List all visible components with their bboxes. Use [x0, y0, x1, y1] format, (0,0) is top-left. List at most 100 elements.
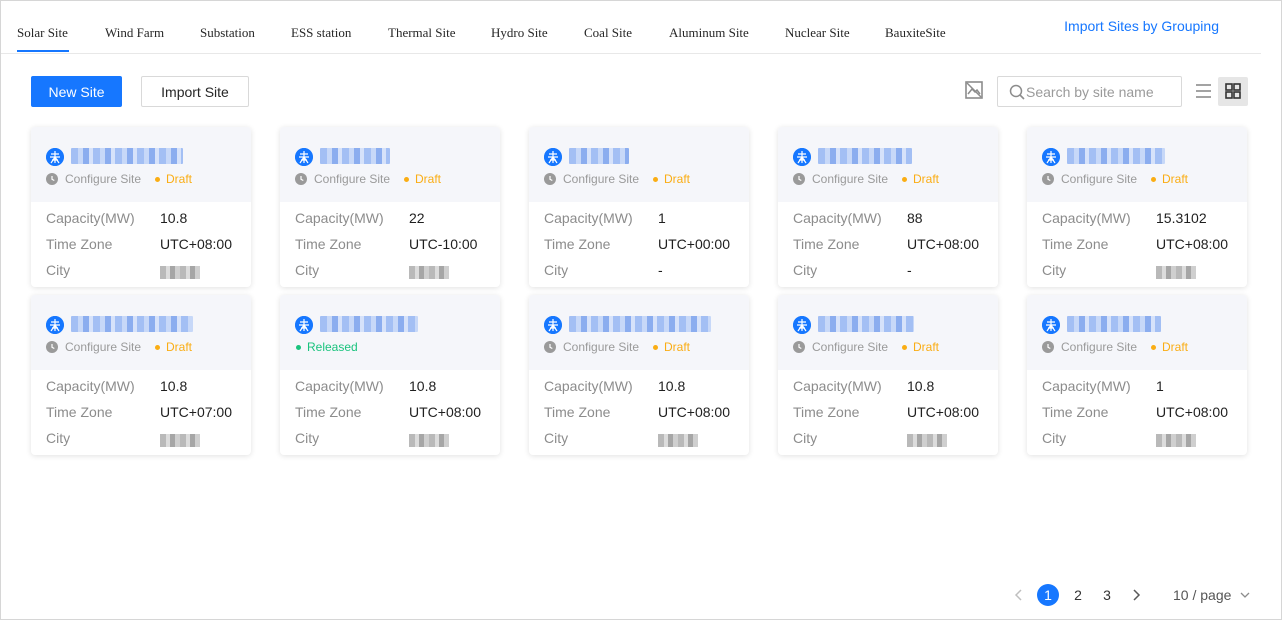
city-row: City — [1042, 430, 1242, 448]
time-zone-row: Time Zone UTC+08:00 — [544, 404, 744, 422]
status-dot — [1151, 345, 1156, 350]
city-label: City — [295, 430, 320, 446]
site-name-redacted[interactable] — [818, 148, 912, 164]
site-card[interactable]: Configure Site Draft Capacity(MW) 10.8 T… — [31, 295, 251, 455]
time-zone-value: UTC-10:00 — [409, 236, 478, 252]
site-name-redacted[interactable] — [71, 148, 183, 164]
site-name-redacted[interactable] — [569, 316, 711, 332]
city-value-redacted — [658, 434, 698, 447]
capacity-value: 10.8 — [658, 378, 686, 394]
configure-site-link[interactable]: Configure Site — [563, 340, 639, 354]
site-name-redacted[interactable] — [1067, 316, 1161, 332]
capacity-value: 1 — [658, 210, 666, 226]
city-label: City — [46, 430, 71, 446]
site-card[interactable]: Configure Site Draft Capacity(MW) 1 Time… — [529, 127, 749, 287]
clock-icon — [793, 173, 805, 185]
configure-site-link[interactable]: Configure Site — [65, 172, 141, 186]
site-card-header: Configure Site Draft — [778, 295, 998, 370]
tab-coal-site[interactable]: Coal Site — [584, 25, 632, 41]
site-card[interactable]: Configure Site Draft Capacity(MW) 1 Time… — [1027, 295, 1247, 455]
list-view-icon[interactable] — [1190, 77, 1218, 105]
tab-hydro-site[interactable]: Hydro Site — [491, 25, 548, 41]
site-card-header: Configure Site Draft — [31, 127, 251, 202]
tab-wind-farm[interactable]: Wind Farm — [105, 25, 164, 41]
site-name-redacted[interactable] — [320, 148, 390, 164]
capacity-row: Capacity(MW) 1 — [544, 210, 744, 228]
import-sites-by-grouping-link[interactable]: Import Sites by Grouping — [1064, 18, 1219, 34]
grid-view-icon — [1225, 83, 1241, 99]
time-zone-row: Time Zone UTC+08:00 — [295, 404, 495, 422]
site-card[interactable]: Configure Site Draft Capacity(MW) 22 Tim… — [280, 127, 500, 287]
next-page-icon[interactable] — [1129, 587, 1143, 603]
configure-site-link[interactable]: Configure Site — [812, 340, 888, 354]
tab-bauxite-site[interactable]: BauxiteSite — [885, 25, 946, 41]
time-zone-row: Time Zone UTC-10:00 — [295, 236, 495, 254]
tab-ess-station[interactable]: ESS station — [291, 25, 351, 41]
city-label: City — [793, 262, 818, 278]
capacity-row: Capacity(MW) 10.8 — [46, 378, 246, 396]
configure-site-link[interactable]: Configure Site — [563, 172, 639, 186]
configure-site-link[interactable]: Configure Site — [1061, 340, 1137, 354]
city-label: City — [46, 262, 71, 278]
configure-site-link[interactable]: Configure Site — [812, 172, 888, 186]
page-1[interactable]: 1 — [1037, 584, 1059, 606]
site-name-redacted[interactable] — [71, 316, 193, 332]
capacity-label: Capacity(MW) — [1042, 210, 1131, 226]
grid-view-toggle[interactable] — [1218, 77, 1248, 106]
site-card-header: Configure Site Draft — [280, 127, 500, 202]
time-zone-label: Time Zone — [46, 404, 113, 420]
city-row: City - — [544, 262, 744, 280]
capacity-label: Capacity(MW) — [793, 210, 882, 226]
image-placeholder-icon[interactable] — [964, 80, 984, 100]
time-zone-value: UTC+00:00 — [658, 236, 730, 252]
site-card[interactable]: Configure Site Draft Capacity(MW) 10.8 T… — [529, 295, 749, 455]
page-2[interactable]: 2 — [1067, 584, 1089, 606]
site-card[interactable]: Configure Site Draft Capacity(MW) 88 Tim… — [778, 127, 998, 287]
site-card[interactable]: Configure Site Draft Capacity(MW) 15.310… — [1027, 127, 1247, 287]
configure-site-link[interactable]: Configure Site — [1061, 172, 1137, 186]
status-badge: Draft — [1162, 172, 1189, 186]
capacity-label: Capacity(MW) — [1042, 378, 1131, 394]
site-manager-window: Solar Site Wind Farm Substation ESS stat… — [0, 0, 1282, 620]
tab-nuclear-site[interactable]: Nuclear Site — [785, 25, 850, 41]
city-row: City — [793, 430, 993, 448]
site-name-redacted[interactable] — [320, 316, 418, 332]
capacity-row: Capacity(MW) 22 — [295, 210, 495, 228]
search-input[interactable] — [1026, 82, 1176, 102]
prev-page-icon[interactable] — [1012, 587, 1026, 603]
tab-substation[interactable]: Substation — [200, 25, 255, 41]
time-zone-value: UTC+07:00 — [160, 404, 232, 420]
configure-site-link[interactable]: Configure Site — [314, 172, 390, 186]
city-label: City — [295, 262, 320, 278]
time-zone-value: UTC+08:00 — [907, 404, 979, 420]
tab-thermal-site[interactable]: Thermal Site — [388, 25, 456, 41]
solar-site-icon — [46, 316, 64, 334]
solar-site-icon — [544, 316, 562, 334]
site-card[interactable]: Configure Site Draft Capacity(MW) 10.8 T… — [31, 127, 251, 287]
tab-solar-site[interactable]: Solar Site — [17, 25, 68, 41]
page-size-label: 10 / page — [1173, 587, 1232, 603]
site-name-redacted[interactable] — [1067, 148, 1165, 164]
capacity-label: Capacity(MW) — [46, 378, 135, 394]
site-type-tabs: Solar Site Wind Farm Substation ESS stat… — [1, 1, 1261, 54]
city-value-redacted — [409, 434, 449, 447]
site-card-header: Configure Site Draft — [529, 295, 749, 370]
site-card[interactable]: Configure Site Draft Capacity(MW) 10.8 T… — [778, 295, 998, 455]
chevron-down-icon — [1240, 592, 1250, 598]
site-name-redacted[interactable] — [569, 148, 629, 164]
capacity-row: Capacity(MW) 10.8 — [46, 210, 246, 228]
site-name-redacted[interactable] — [818, 316, 914, 332]
city-label: City — [793, 430, 818, 446]
capacity-label: Capacity(MW) — [295, 210, 384, 226]
status-badge: Draft — [166, 340, 193, 354]
tab-aluminum-site[interactable]: Aluminum Site — [669, 25, 749, 41]
search-box — [997, 76, 1182, 107]
new-site-button[interactable]: New Site — [31, 76, 122, 107]
page-size-select[interactable]: 10 / page — [1173, 587, 1250, 603]
import-site-button[interactable]: Import Site — [141, 76, 249, 107]
site-card[interactable]: Released Capacity(MW) 10.8 Time Zone UTC… — [280, 295, 500, 455]
configure-site-link[interactable]: Configure Site — [65, 340, 141, 354]
solar-site-icon — [1042, 148, 1060, 166]
page-3[interactable]: 3 — [1096, 584, 1118, 606]
site-card-header: Configure Site Draft — [529, 127, 749, 202]
